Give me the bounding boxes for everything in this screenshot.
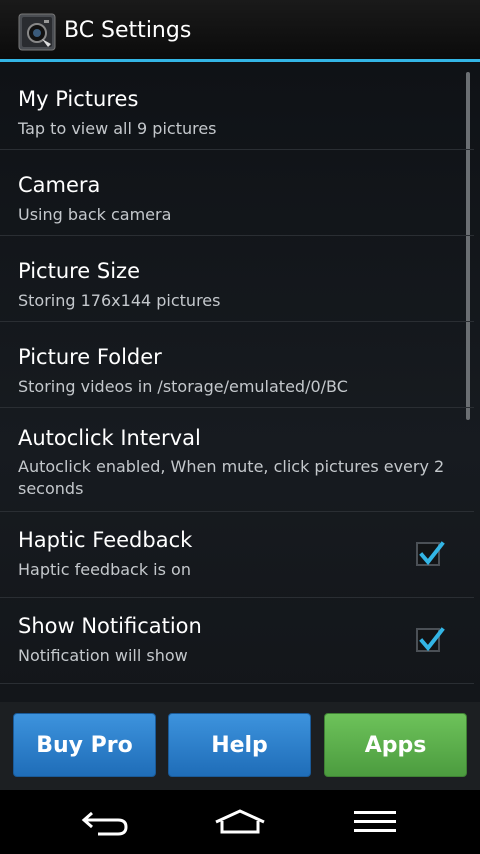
- haptic-feedback-checkbox[interactable]: [416, 541, 445, 566]
- pref-title: My Pictures: [18, 87, 139, 111]
- show-notification-checkbox[interactable]: [416, 627, 445, 652]
- action-bar: BC Settings: [0, 0, 480, 62]
- pref-title: Picture Size: [18, 259, 141, 283]
- pref-show-notification[interactable]: Show Notification Notification will show: [0, 598, 474, 684]
- checkmark-icon: [419, 627, 445, 652]
- buy-pro-button[interactable]: Buy Pro: [13, 713, 156, 777]
- apps-button[interactable]: Apps: [324, 713, 467, 777]
- camera-app-icon[interactable]: [18, 13, 56, 51]
- pref-summary: Autoclick enabled, When mute, click pict…: [18, 457, 445, 498]
- pref-summary: Using back camera: [18, 205, 172, 224]
- navigation-bar: [0, 790, 480, 854]
- pref-summary: Notification will show: [18, 646, 188, 665]
- home-icon[interactable]: [212, 808, 268, 842]
- pref-camera[interactable]: Camera Using back camera: [0, 150, 474, 236]
- pref-title: Picture Folder: [18, 345, 162, 369]
- pref-picture-size[interactable]: Picture Size Storing 176x144 pictures: [0, 236, 474, 322]
- app-title: BC Settings: [64, 18, 192, 43]
- pref-summary: Tap to view all 9 pictures: [18, 119, 217, 138]
- back-icon[interactable]: [80, 808, 132, 842]
- pref-summary: Storing 176x144 pictures: [18, 291, 221, 310]
- pref-title: Autoclick Interval: [18, 426, 201, 450]
- pref-title: Show Notification: [18, 614, 202, 638]
- pref-summary: Haptic feedback is on: [18, 560, 191, 579]
- help-button[interactable]: Help: [168, 713, 311, 777]
- checkmark-icon: [419, 541, 445, 566]
- pref-picture-folder[interactable]: Picture Folder Storing videos in /storag…: [0, 322, 474, 408]
- button-bar: Buy Pro Help Apps: [0, 702, 480, 790]
- menu-icon[interactable]: [352, 808, 398, 842]
- pref-autoclick-interval[interactable]: Autoclick Interval Autoclick enabled, Wh…: [0, 408, 474, 512]
- pref-title: Haptic Feedback: [18, 528, 193, 552]
- preferences-list[interactable]: My Pictures Tap to view all 9 pictures C…: [0, 62, 480, 702]
- pref-summary: Storing videos in /storage/emulated/0/BC: [18, 377, 348, 396]
- pref-title: Camera: [18, 173, 101, 197]
- pref-my-pictures[interactable]: My Pictures Tap to view all 9 pictures: [0, 62, 474, 150]
- pref-haptic-feedback[interactable]: Haptic Feedback Haptic feedback is on: [0, 512, 474, 598]
